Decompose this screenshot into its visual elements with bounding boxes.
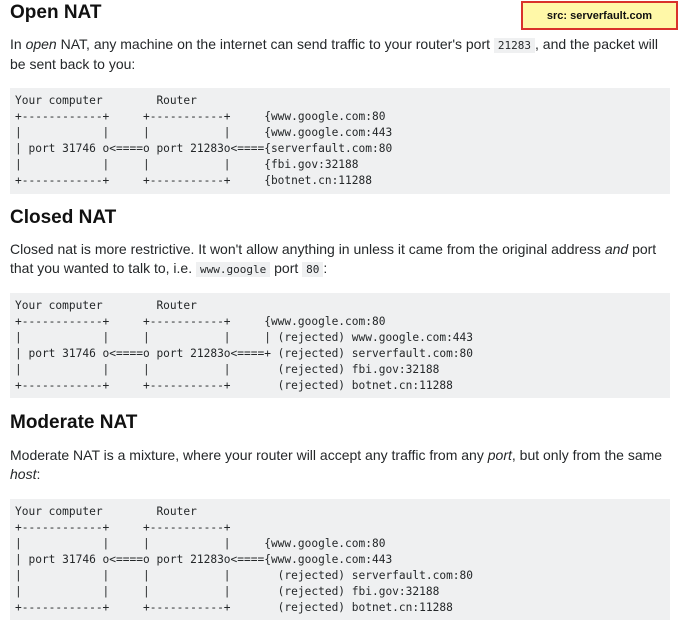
code-line: Your computer Router — [15, 299, 197, 312]
paragraph-text: NAT, any machine on the internet can sen… — [56, 36, 494, 52]
code-line: +------------+ +-----------+ {botnet.cn:… — [15, 174, 372, 187]
code-line: | | | | (rejected) serverfault.com:80 — [15, 569, 474, 582]
paragraph-text: : — [36, 466, 41, 482]
code-line: Your computer Router — [15, 94, 197, 107]
code-block-closed-nat: Your computer Router +------------+ +----… — [10, 293, 670, 398]
answer-page: src: serverfault.com Open NAT In open NA… — [0, 0, 680, 623]
inline-code: 80 — [302, 262, 324, 277]
code-line: | port 31746 o<====o port 21283o<===={ww… — [15, 553, 393, 566]
heading-closed-nat: Closed NAT — [10, 207, 117, 228]
code-line: | port 31746 o<====o port 21283o<====+ (… — [15, 347, 474, 360]
code-line: | port 31746 o<====o port 21283o<===={se… — [15, 142, 393, 155]
code-block-open-nat: Your computer Router +------------+ +----… — [10, 88, 670, 194]
code-line: | | | | (rejected) fbi.gov:32188 — [15, 585, 440, 598]
code-line: | | | | {www.google.com:443 — [15, 126, 393, 139]
code-line: | | | | (rejected) fbi.gov:32188 — [15, 363, 440, 376]
emphasis-text: and — [604, 241, 629, 257]
emphasis-text: port — [487, 447, 512, 463]
paragraph-closed-nat: Closed nat is more restrictive. It won't… — [10, 240, 672, 279]
code-block-moderate-nat: Your computer Router +------------+ +----… — [10, 499, 670, 620]
paragraph-text: , but only from the same — [511, 447, 663, 463]
source-badge: src: serverfault.com — [521, 1, 678, 30]
inline-code: www.google — [196, 262, 271, 277]
paragraph-text: Moderate NAT is a mixture, where your ro… — [10, 447, 488, 463]
paragraph-moderate-nat: Moderate NAT is a mixture, where your ro… — [10, 446, 672, 484]
code-line: +------------+ +-----------+ — [15, 521, 231, 534]
code-line: | | | | | (rejected) www.google.com:443 — [15, 331, 474, 344]
paragraph-text: : — [323, 260, 328, 276]
code-line: | | | | {fbi.gov:32188 — [15, 158, 359, 171]
heading-moderate-nat: Moderate NAT — [10, 412, 138, 433]
paragraph-text: In — [10, 36, 26, 52]
code-line: +------------+ +-----------+ (rejected) … — [15, 601, 453, 614]
code-line: | | | | {www.google.com:80 — [15, 537, 386, 550]
code-line: +------------+ +-----------+ (rejected) … — [15, 379, 453, 392]
code-line: +------------+ +-----------+ {www.google… — [15, 110, 386, 123]
code-line: Your computer Router — [15, 505, 197, 518]
emphasis-text: host — [10, 466, 37, 482]
paragraph-text: port — [270, 260, 303, 276]
code-line: +------------+ +-----------+ {www.google… — [15, 315, 386, 328]
paragraph-text: Closed nat is more restrictive. It won't… — [10, 241, 605, 257]
emphasis-text: open — [25, 36, 57, 52]
inline-code: 21283 — [493, 38, 536, 53]
heading-open-nat: Open NAT — [10, 2, 102, 23]
paragraph-open-nat: In open NAT, any machine on the internet… — [10, 35, 672, 74]
